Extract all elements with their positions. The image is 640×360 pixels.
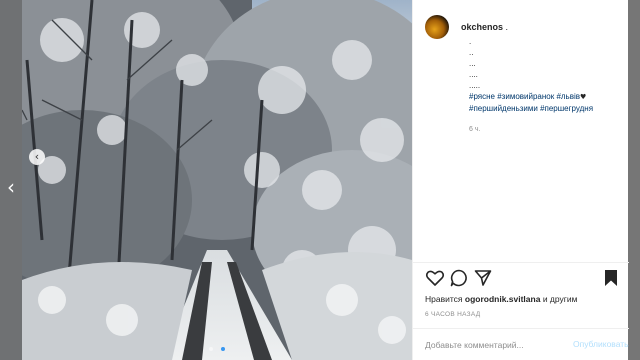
bookmark-icon[interactable]	[601, 268, 621, 288]
caption-line: .	[469, 37, 472, 46]
carousel-dot-active	[221, 347, 226, 351]
heart-emoji-icon: ♥	[580, 93, 587, 101]
hashtags-line[interactable]: #першийденьзими #першегрудня	[469, 103, 619, 114]
likes-prefix: Нравится	[425, 294, 465, 304]
photo-prev-chevron-left-icon[interactable]: ‹	[29, 149, 45, 165]
previous-post-chevron-left-icon[interactable]: ‹	[4, 176, 18, 198]
likes-username-link[interactable]: ogorodnik.svitlana	[465, 294, 541, 304]
caption-line: .....	[469, 81, 481, 90]
caption-hashtags: #рясне #зимовийранок #львів♥	[469, 91, 619, 103]
username-label[interactable]: okchenos	[461, 22, 503, 32]
divider	[413, 262, 629, 263]
photo-carousel-dots	[22, 338, 412, 356]
heart-icon[interactable]	[425, 268, 445, 288]
caption-line: ...	[469, 59, 476, 68]
post-caption: . .. ... .... ..... #рясне #зимовийранок…	[469, 36, 619, 114]
post-modal: ‹ okchenos . . .. ... .... ..... #рясне …	[22, 0, 629, 360]
caption-line: ....	[469, 70, 478, 79]
username-suffix: .	[503, 22, 509, 32]
divider	[413, 328, 629, 329]
avatar[interactable]	[425, 15, 449, 39]
caption-line: ..	[469, 48, 474, 57]
post-timestamp[interactable]: 6 ЧАСОВ НАЗАД	[425, 311, 480, 318]
snowy-forest-photo	[22, 0, 412, 360]
post-photo[interactable]: ‹	[22, 0, 412, 360]
hashtags-line[interactable]: #рясне #зимовийранок #львів	[469, 92, 580, 101]
post-actions	[425, 268, 621, 288]
post-side-panel: okchenos . . .. ... .... ..... #рясне #з…	[412, 0, 629, 360]
comment-input[interactable]	[425, 340, 545, 350]
likes-summary: Нравится ogorodnik.svitlana и другим	[425, 294, 577, 304]
comment-icon[interactable]	[449, 268, 469, 288]
paper-plane-icon[interactable]	[473, 268, 493, 288]
publish-button[interactable]: Опубликовать	[573, 339, 629, 349]
caption-time: 6 ч.	[469, 126, 481, 133]
likes-suffix[interactable]: и другим	[540, 294, 578, 304]
carousel-dot	[208, 347, 213, 351]
post-username[interactable]: okchenos .	[461, 22, 508, 32]
